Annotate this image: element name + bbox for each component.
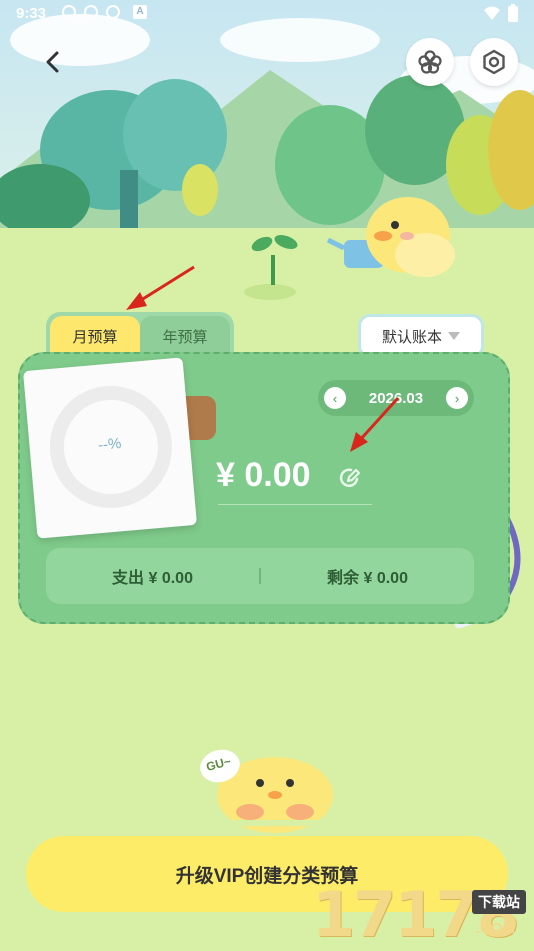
- remaining-stat: 剩余 ¥ 0.00: [327, 570, 408, 587]
- tab-label: 年预算: [162, 328, 208, 346]
- tab-yearly-budget[interactable]: 年预算: [140, 316, 230, 356]
- amount-underline: [218, 504, 372, 505]
- app-notification-icon: [84, 5, 98, 19]
- prev-month-button[interactable]: ‹: [324, 387, 346, 409]
- caret-down-icon: [448, 332, 460, 340]
- back-arrow-icon: [46, 51, 59, 73]
- budget-stats: 支出 ¥ 0.00 剩余 ¥ 0.00: [46, 548, 474, 604]
- tab-label: 月预算: [72, 328, 118, 346]
- watermark-number: 17178: [312, 878, 520, 951]
- app-notification-icon: [106, 5, 120, 19]
- budget-amount: ¥ 0.00: [216, 456, 311, 494]
- battery-icon: [508, 4, 518, 22]
- expense-stat: 支出 ¥ 0.00: [112, 570, 193, 587]
- watermark: 17178 下载站 .COM: [312, 878, 534, 951]
- notification-a-icon: A: [133, 5, 147, 19]
- flower-button[interactable]: [406, 38, 454, 86]
- edit-budget-button[interactable]: [336, 464, 364, 492]
- current-date: 2026.03: [368, 389, 424, 407]
- status-time: 9:33: [16, 5, 47, 22]
- back-button[interactable]: [34, 44, 70, 80]
- date-selector: ‹ 2026.03 ›: [318, 380, 474, 416]
- watermark-label: 下载站: [472, 890, 526, 914]
- settings-gear-icon: [483, 49, 505, 75]
- flower-icon: [418, 50, 442, 74]
- account-label: 默认账本: [381, 328, 442, 346]
- next-month-button[interactable]: ›: [445, 387, 468, 409]
- app-notification-icon: [62, 5, 76, 19]
- progress-paper: --%: [22, 357, 198, 539]
- status-bar: 9:33 A: [0, 0, 534, 28]
- chevron-right-icon: ›: [454, 390, 460, 406]
- chevron-left-icon: ‹: [332, 390, 338, 406]
- edit-icon: [339, 468, 361, 488]
- tab-monthly-budget[interactable]: 月预算: [50, 316, 140, 356]
- watermark-domain: .COM: [476, 920, 516, 937]
- settings-button[interactable]: [470, 38, 518, 86]
- wifi-icon: [484, 6, 500, 20]
